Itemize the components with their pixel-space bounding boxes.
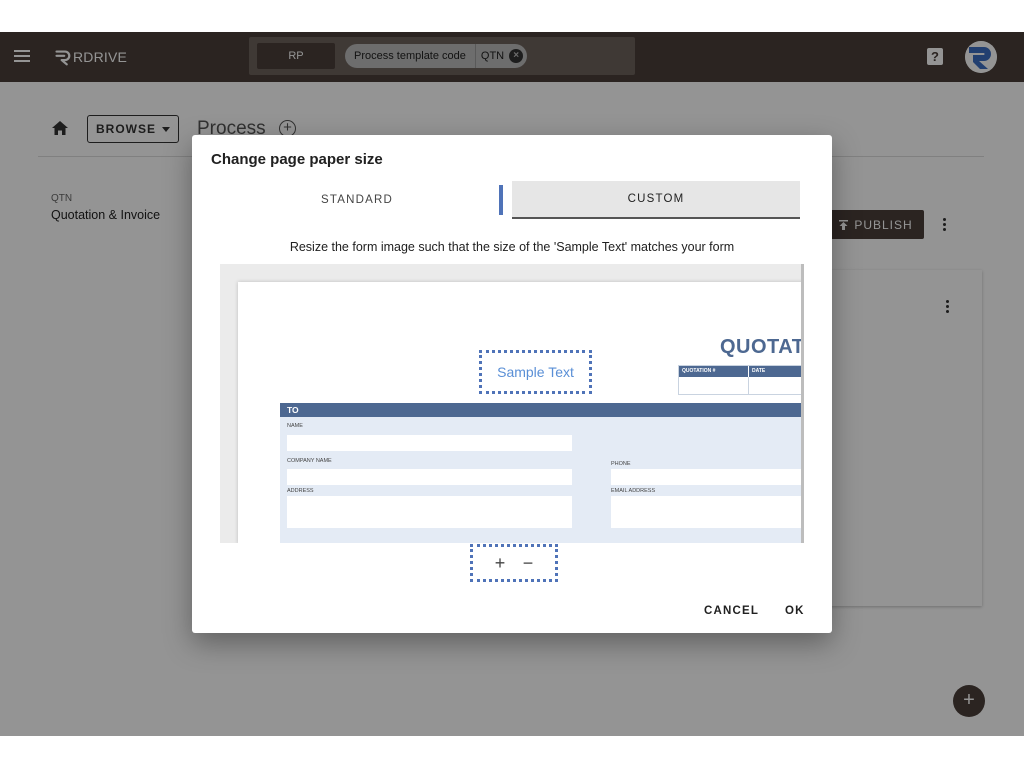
form-quotation-header: QUOTATION # <box>679 366 749 377</box>
form-address-box <box>287 496 572 528</box>
form-email-label: EMAIL ADDRESS <box>611 488 656 494</box>
zoom-in-button[interactable]: + <box>493 554 507 572</box>
form-name-label: NAME <box>287 423 303 429</box>
dialog-title: Change page paper size <box>211 151 383 168</box>
form-phone-box <box>611 469 804 485</box>
form-company-label: COMPANY NAME <box>287 458 332 464</box>
sample-text-box[interactable]: Sample Text <box>479 350 592 394</box>
form-email-box <box>611 496 804 528</box>
ok-button[interactable]: OK <box>785 605 805 617</box>
form-to-section: TO NAME COMPANY NAME PHONE ADDRESS EMAIL… <box>280 403 804 543</box>
zoom-out-button[interactable]: − <box>521 554 535 572</box>
tab-custom[interactable]: CUSTOM <box>512 181 800 219</box>
form-address-label: ADDRESS <box>287 488 314 494</box>
form-name-box <box>287 435 572 451</box>
form-to-header: TO <box>280 403 804 417</box>
paper-size-dialog: Change page paper size STANDARD CUSTOM R… <box>192 135 832 633</box>
form-phone-label: PHONE <box>611 461 631 467</box>
form-image-viewport[interactable]: QUOTATION QUOTATION # DATE TO NAME COMPA… <box>220 264 804 543</box>
tab-standard[interactable]: STANDARD <box>212 181 502 219</box>
form-quotation-table: QUOTATION # DATE <box>678 365 804 395</box>
form-date-header: DATE <box>752 368 766 374</box>
form-company-box <box>287 469 572 485</box>
form-scrollbar[interactable] <box>801 264 804 543</box>
tab-indicator <box>499 185 503 215</box>
instructions-text: Resize the form image such that the size… <box>289 240 735 254</box>
cancel-button[interactable]: CANCEL <box>704 605 759 617</box>
zoom-controls: + − <box>470 544 558 582</box>
form-image: QUOTATION QUOTATION # DATE TO NAME COMPA… <box>238 282 804 543</box>
form-doc-title: QUOTATION <box>720 336 804 358</box>
